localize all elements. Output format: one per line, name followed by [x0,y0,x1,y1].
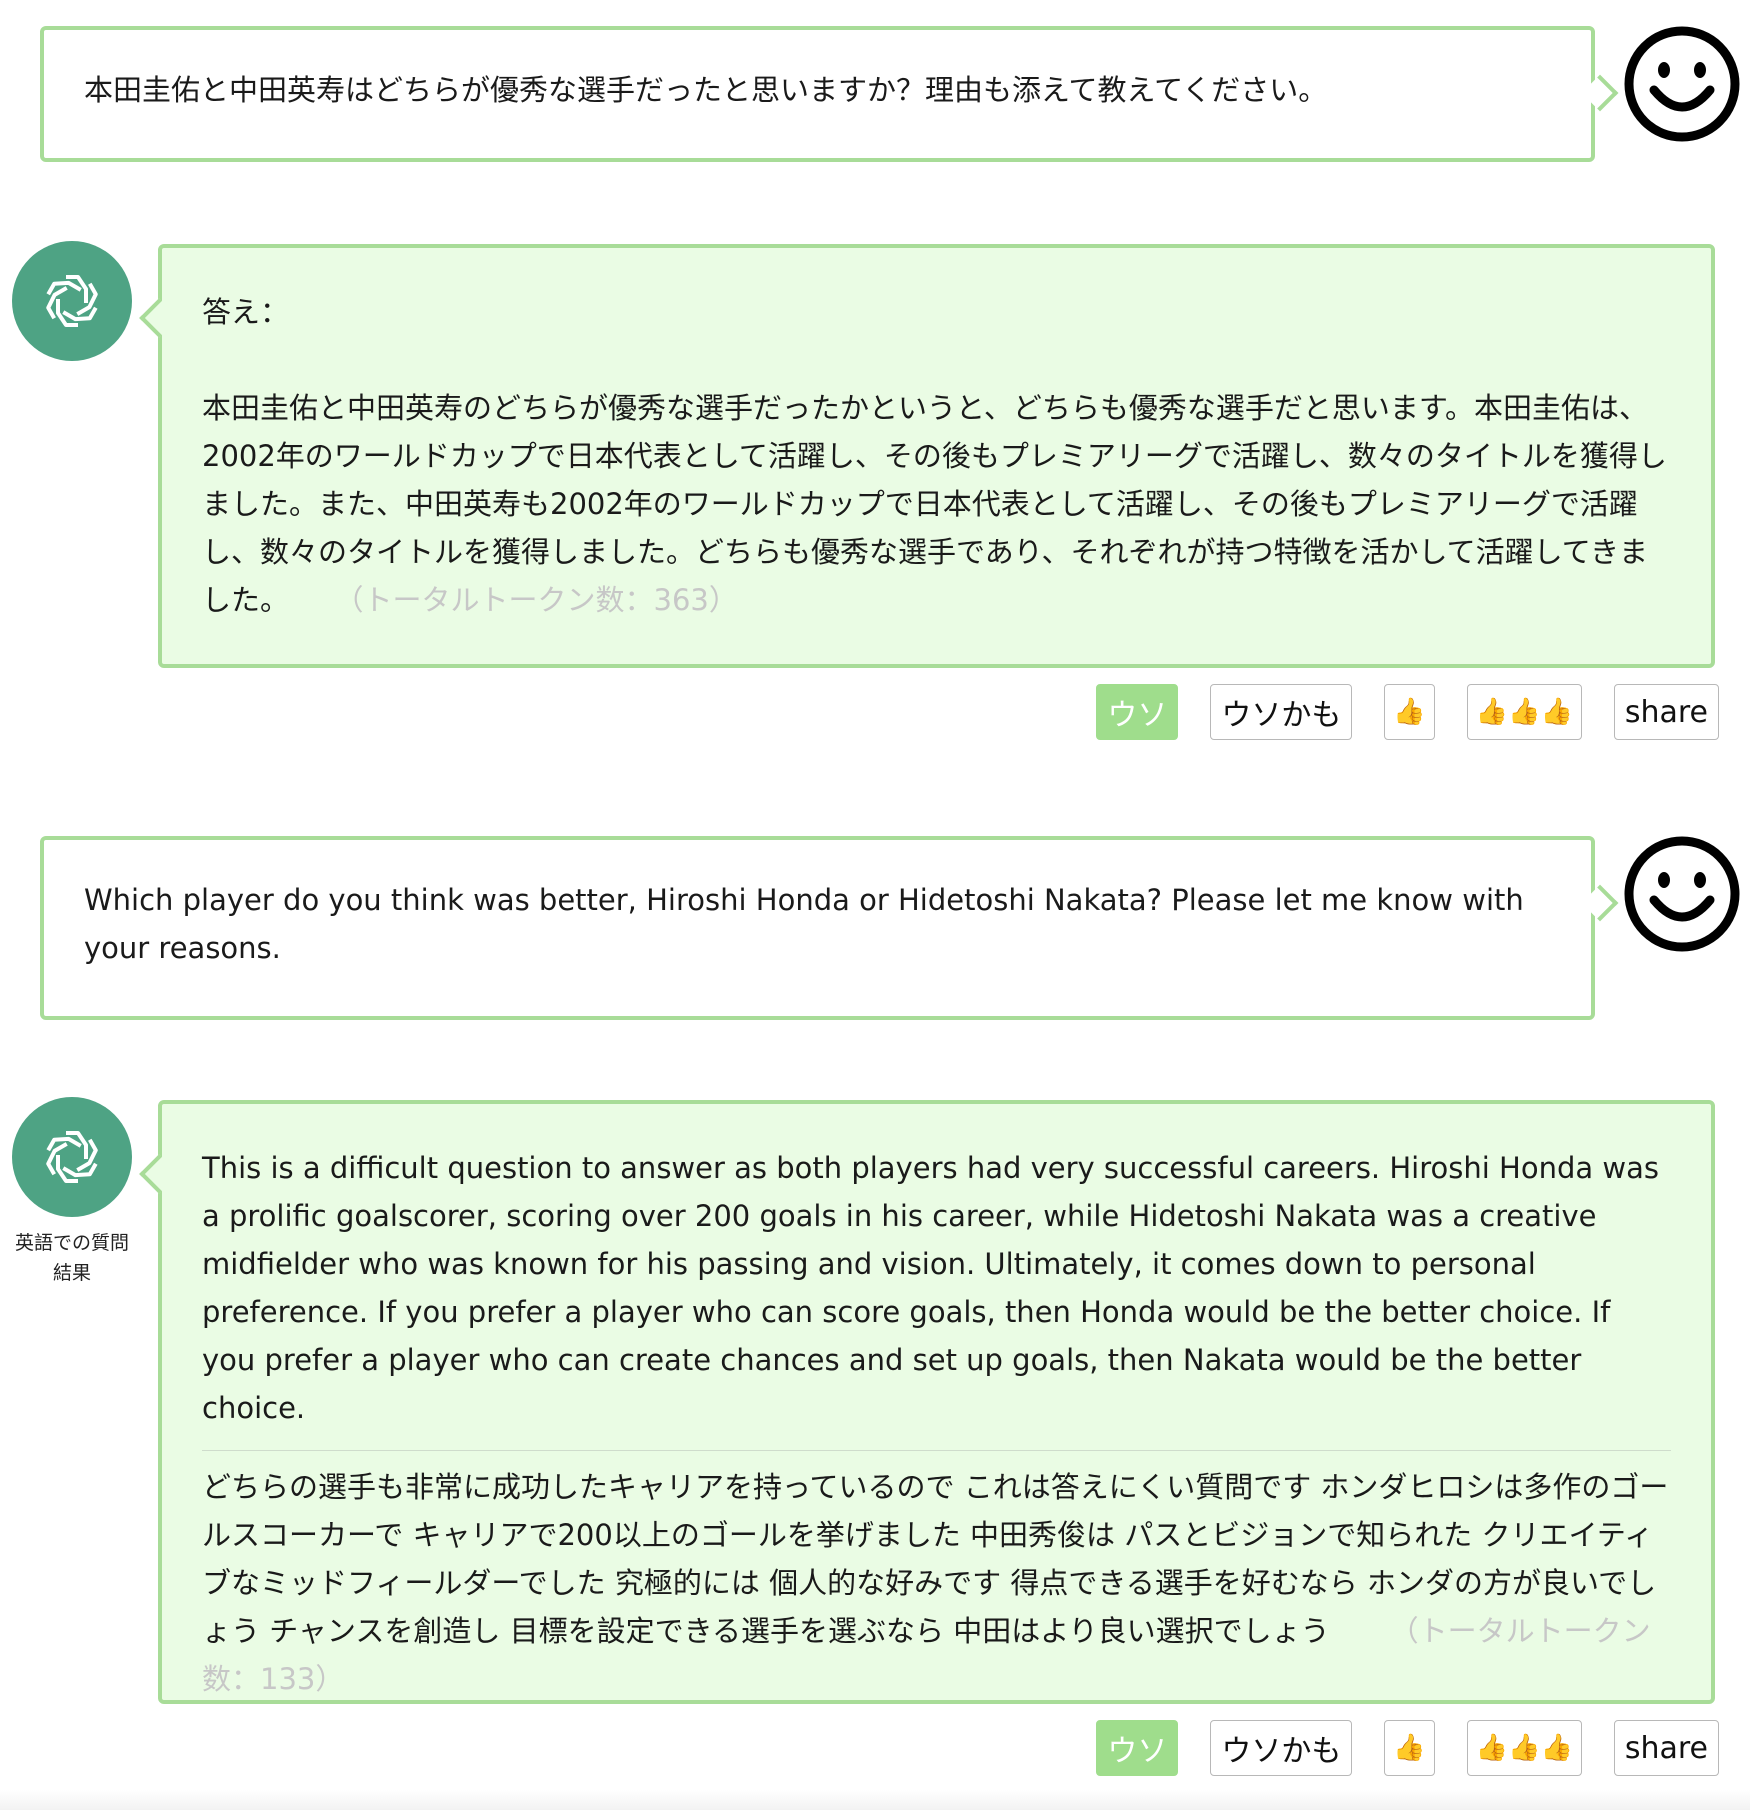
smiley-face-icon [1622,834,1742,954]
thumbs-up-button[interactable]: 👍 [1384,1720,1435,1776]
bot-answer-bubble: This is a difficult question to answer a… [158,1100,1715,1704]
thumbs-up-button[interactable]: 👍 [1384,684,1435,740]
maybe-lie-button[interactable]: ウソかも [1210,684,1353,740]
answer-action-bar: ウソ ウソかも 👍 👍👍👍 share [1096,684,1719,740]
openai-logo-icon [12,1097,132,1217]
answer-japanese: どちらの選手も非常に成功したキャリアを持っているので これは答えにくい質問です … [202,1463,1671,1703]
bot-answer-bubble: 答え： 本田圭佑と中田英寿のどちらが優秀な選手だったかというと、どちらも優秀な選… [158,244,1715,668]
share-button[interactable]: share [1613,684,1719,740]
avatar-caption: 英語での質問結果 [14,1232,129,1284]
answer-text: 本田圭佑と中田英寿のどちらが優秀な選手だったかというと、どちらも優秀な選手だと思… [202,384,1671,624]
triple-thumbs-up-button[interactable]: 👍👍👍 [1466,1720,1582,1776]
smiley-face-icon [1622,24,1742,144]
openai-logo-icon [12,241,132,361]
answer-english: This is a difficult question to answer a… [202,1151,1659,1425]
user-question-text: Which player do you think was better, Hi… [84,883,1524,965]
share-button[interactable]: share [1613,1720,1719,1776]
triple-thumbs-up-button[interactable]: 👍👍👍 [1466,684,1582,740]
lie-button[interactable]: ウソ [1096,1720,1179,1776]
token-count: （トータルトークン数：363） [349,583,738,617]
lie-button[interactable]: ウソ [1096,684,1179,740]
page-bottom-edge [0,1790,1750,1810]
user-question-bubble: Which player do you think was better, Hi… [40,836,1595,1020]
maybe-lie-button[interactable]: ウソかも [1210,1720,1353,1776]
user-question-bubble: 本田圭佑と中田英寿はどちらが優秀な選手だったと思いますか？理由も添えて教えてくだ… [40,26,1595,162]
answer-label: 答え： [202,295,290,329]
answer-divider [202,1450,1671,1451]
answer-action-bar: ウソ ウソかも 👍 👍👍👍 share [1096,1720,1719,1776]
user-question-text: 本田圭佑と中田英寿はどちらが優秀な選手だったと思いますか？理由も添えて教えてくだ… [84,73,1328,107]
